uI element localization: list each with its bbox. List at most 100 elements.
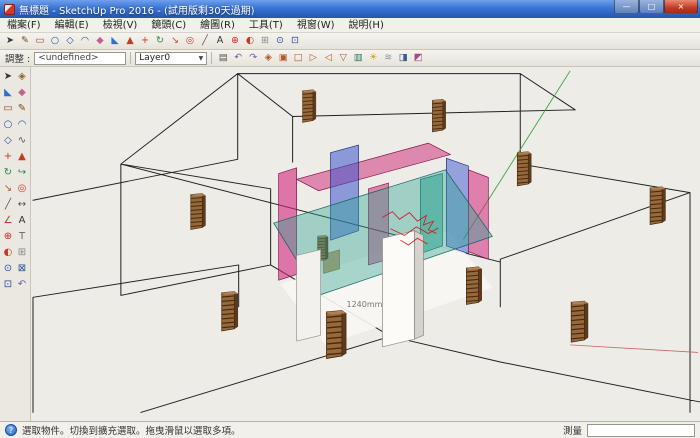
eraser-icon[interactable]: ◆ [15, 85, 29, 100]
measurements-input[interactable] [587, 424, 695, 437]
minimize-button[interactable]: — [614, 0, 639, 14]
speaker[interactable] [432, 99, 445, 132]
paint-bucket-icon[interactable]: ◣ [1, 85, 15, 100]
tape-measure-icon[interactable]: ╱ [198, 34, 212, 48]
polygon-icon[interactable]: ◇ [1, 133, 15, 148]
speaker[interactable] [466, 267, 481, 305]
push-pull-icon[interactable]: ▲ [123, 34, 137, 48]
zoom-icon[interactable]: ⊙ [1, 261, 15, 276]
rectangle-icon[interactable]: ▭ [33, 34, 47, 48]
move-icon[interactable]: + [1, 149, 15, 164]
menu-item-file[interactable]: 檔案(F) [0, 18, 48, 33]
dimension-icon[interactable]: ↔ [15, 197, 29, 212]
tape-measure-icon[interactable]: ╱ [1, 197, 15, 212]
main-toolbar: ➤✎▭○◇◠◆◣▲+↻↘◎╱A⊕◐⊞⊙⊡ [0, 33, 700, 50]
zoom-window-icon[interactable]: ⊠ [15, 261, 29, 276]
menu-item-tools[interactable]: 工具(T) [242, 18, 290, 33]
zoom-icon[interactable]: ⊙ [273, 34, 287, 48]
text-icon[interactable]: A [15, 213, 29, 228]
maximize-button[interactable]: □ [639, 0, 664, 14]
eraser-icon[interactable]: ◆ [93, 34, 107, 48]
iso-view-icon[interactable]: ◈ [261, 51, 275, 65]
previous-view-icon[interactable]: ↶ [15, 277, 29, 292]
orbit-icon[interactable]: ◐ [243, 34, 257, 48]
toolbar-separator [130, 52, 131, 64]
pan-icon[interactable]: ⊞ [15, 245, 29, 260]
left-view-icon[interactable]: ▽ [336, 51, 350, 65]
menu-item-window[interactable]: 視窗(W) [290, 18, 342, 33]
speaker[interactable] [191, 194, 206, 230]
scale-icon[interactable]: ↘ [1, 181, 15, 196]
move-icon[interactable]: + [138, 34, 152, 48]
push-pull-icon[interactable]: ▲ [15, 149, 29, 164]
zoom-extents-icon[interactable]: ⊡ [1, 277, 15, 292]
select-icon[interactable]: ➤ [1, 69, 15, 84]
back-view-icon[interactable]: ◁ [321, 51, 335, 65]
axes-icon[interactable]: ⊕ [1, 229, 15, 244]
menu-item-view[interactable]: 檢視(V) [96, 18, 145, 33]
adjust-field[interactable] [34, 52, 126, 65]
white-wall-side [414, 231, 423, 339]
select-icon[interactable]: ➤ [3, 34, 17, 48]
shadows-icon[interactable]: ☀ [366, 51, 380, 65]
layer-value: Layer0 [139, 53, 170, 63]
protractor-icon[interactable]: ∠ [1, 213, 15, 228]
close-button[interactable]: × [664, 0, 698, 14]
fog-icon[interactable]: ≋ [381, 51, 395, 65]
dimension-label: 1240mm [347, 300, 383, 309]
freehand-icon[interactable]: ∿ [15, 133, 29, 148]
materials-icon[interactable]: ◩ [411, 51, 425, 65]
chevron-down-icon: ▼ [199, 55, 204, 62]
3d-text-icon[interactable]: T [15, 229, 29, 244]
rotate-icon[interactable]: ↻ [1, 165, 15, 180]
menu-item-camera[interactable]: 鏡頭(C) [144, 18, 193, 33]
3d-viewport[interactable]: 1240mm [31, 67, 700, 421]
make-component-icon[interactable]: ◈ [15, 69, 29, 84]
scale-icon[interactable]: ↘ [168, 34, 182, 48]
menu-item-help[interactable]: 說明(H) [342, 18, 391, 33]
circle-icon[interactable]: ○ [1, 117, 15, 132]
title-bar[interactable]: 無標題 - SketchUp Pro 2016 - (試用版剩30天過期) — … [0, 0, 700, 18]
speaker[interactable] [650, 187, 665, 225]
main-area: ➤◈◣◆▭✎○◠◇∿+▲↻↪↘◎╱↔∠A⊕T◐⊞⊙⊠⊡↶ [0, 67, 700, 421]
adjust-label: 調整 : [5, 51, 30, 65]
previous-view-icon[interactable]: ↶ [231, 51, 245, 65]
speaker[interactable] [571, 301, 588, 342]
white-wall [297, 250, 321, 341]
menu-item-draw[interactable]: 繪圖(R) [193, 18, 242, 33]
layer-dropdown[interactable]: Layer0 ▼ [135, 52, 207, 65]
zoom-extents-icon[interactable]: ⊡ [288, 34, 302, 48]
arc-icon[interactable]: ◠ [15, 117, 29, 132]
rectangle-icon[interactable]: ▭ [1, 101, 15, 116]
offset-icon[interactable]: ◎ [183, 34, 197, 48]
top-view-icon[interactable]: ▣ [276, 51, 290, 65]
arc-icon[interactable]: ◠ [78, 34, 92, 48]
white-wall [382, 231, 414, 347]
next-view-icon[interactable]: ↷ [246, 51, 260, 65]
paint-bucket-icon[interactable]: ◣ [108, 34, 122, 48]
polygon-icon[interactable]: ◇ [63, 34, 77, 48]
axes-icon[interactable]: ⊕ [228, 34, 242, 48]
menu-item-edit[interactable]: 編輯(E) [48, 18, 96, 33]
orbit-icon[interactable]: ◐ [1, 245, 15, 260]
front-view-icon[interactable]: □ [291, 51, 305, 65]
sketchup-app-icon [4, 4, 15, 15]
line-icon[interactable]: ✎ [15, 101, 29, 116]
follow-me-icon[interactable]: ↪ [15, 165, 29, 180]
text-icon[interactable]: A [213, 34, 227, 48]
speaker[interactable] [222, 292, 238, 331]
speaker[interactable] [303, 90, 316, 123]
layers-manager-icon[interactable]: ▤ [216, 51, 230, 65]
speaker[interactable] [327, 311, 347, 359]
offset-icon[interactable]: ◎ [15, 181, 29, 196]
speaker[interactable] [517, 152, 531, 186]
sketchup-window: 無標題 - SketchUp Pro 2016 - (試用版剩30天過期) — … [0, 0, 700, 438]
styles-icon[interactable]: ◨ [396, 51, 410, 65]
section-plane-icon[interactable]: ▥ [351, 51, 365, 65]
rotate-icon[interactable]: ↻ [153, 34, 167, 48]
info-icon[interactable]: ? [5, 424, 17, 436]
circle-icon[interactable]: ○ [48, 34, 62, 48]
line-icon[interactable]: ✎ [18, 34, 32, 48]
right-view-icon[interactable]: ▷ [306, 51, 320, 65]
pan-icon[interactable]: ⊞ [258, 34, 272, 48]
